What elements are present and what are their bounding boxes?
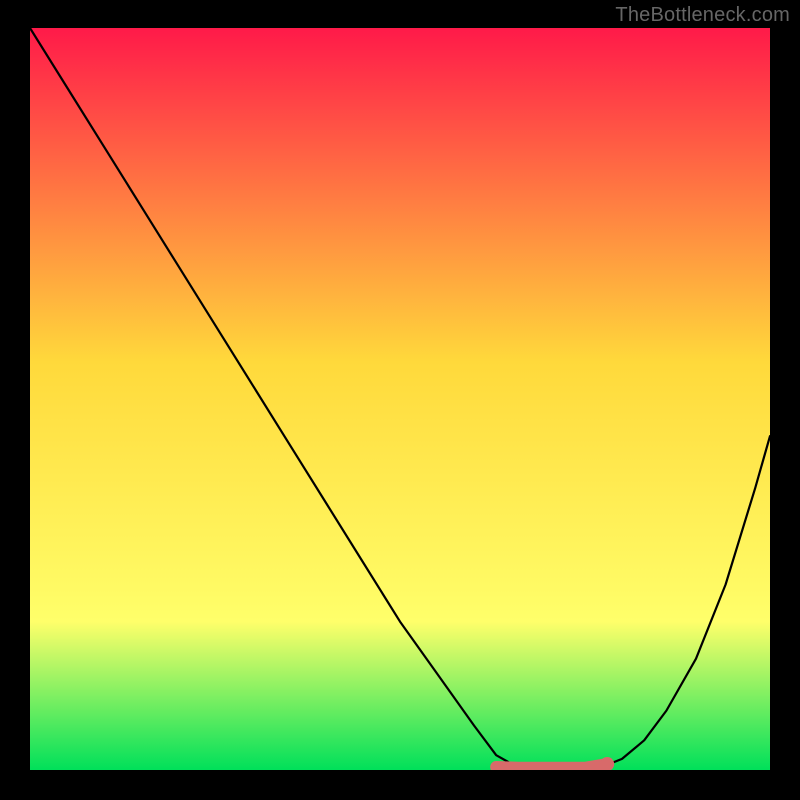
bottleneck-chart	[30, 28, 770, 770]
bottom-marker-line	[496, 764, 607, 768]
gradient-background	[30, 28, 770, 770]
watermark-text: TheBottleneck.com	[615, 4, 790, 27]
chart-container: TheBottleneck.com	[0, 0, 800, 800]
